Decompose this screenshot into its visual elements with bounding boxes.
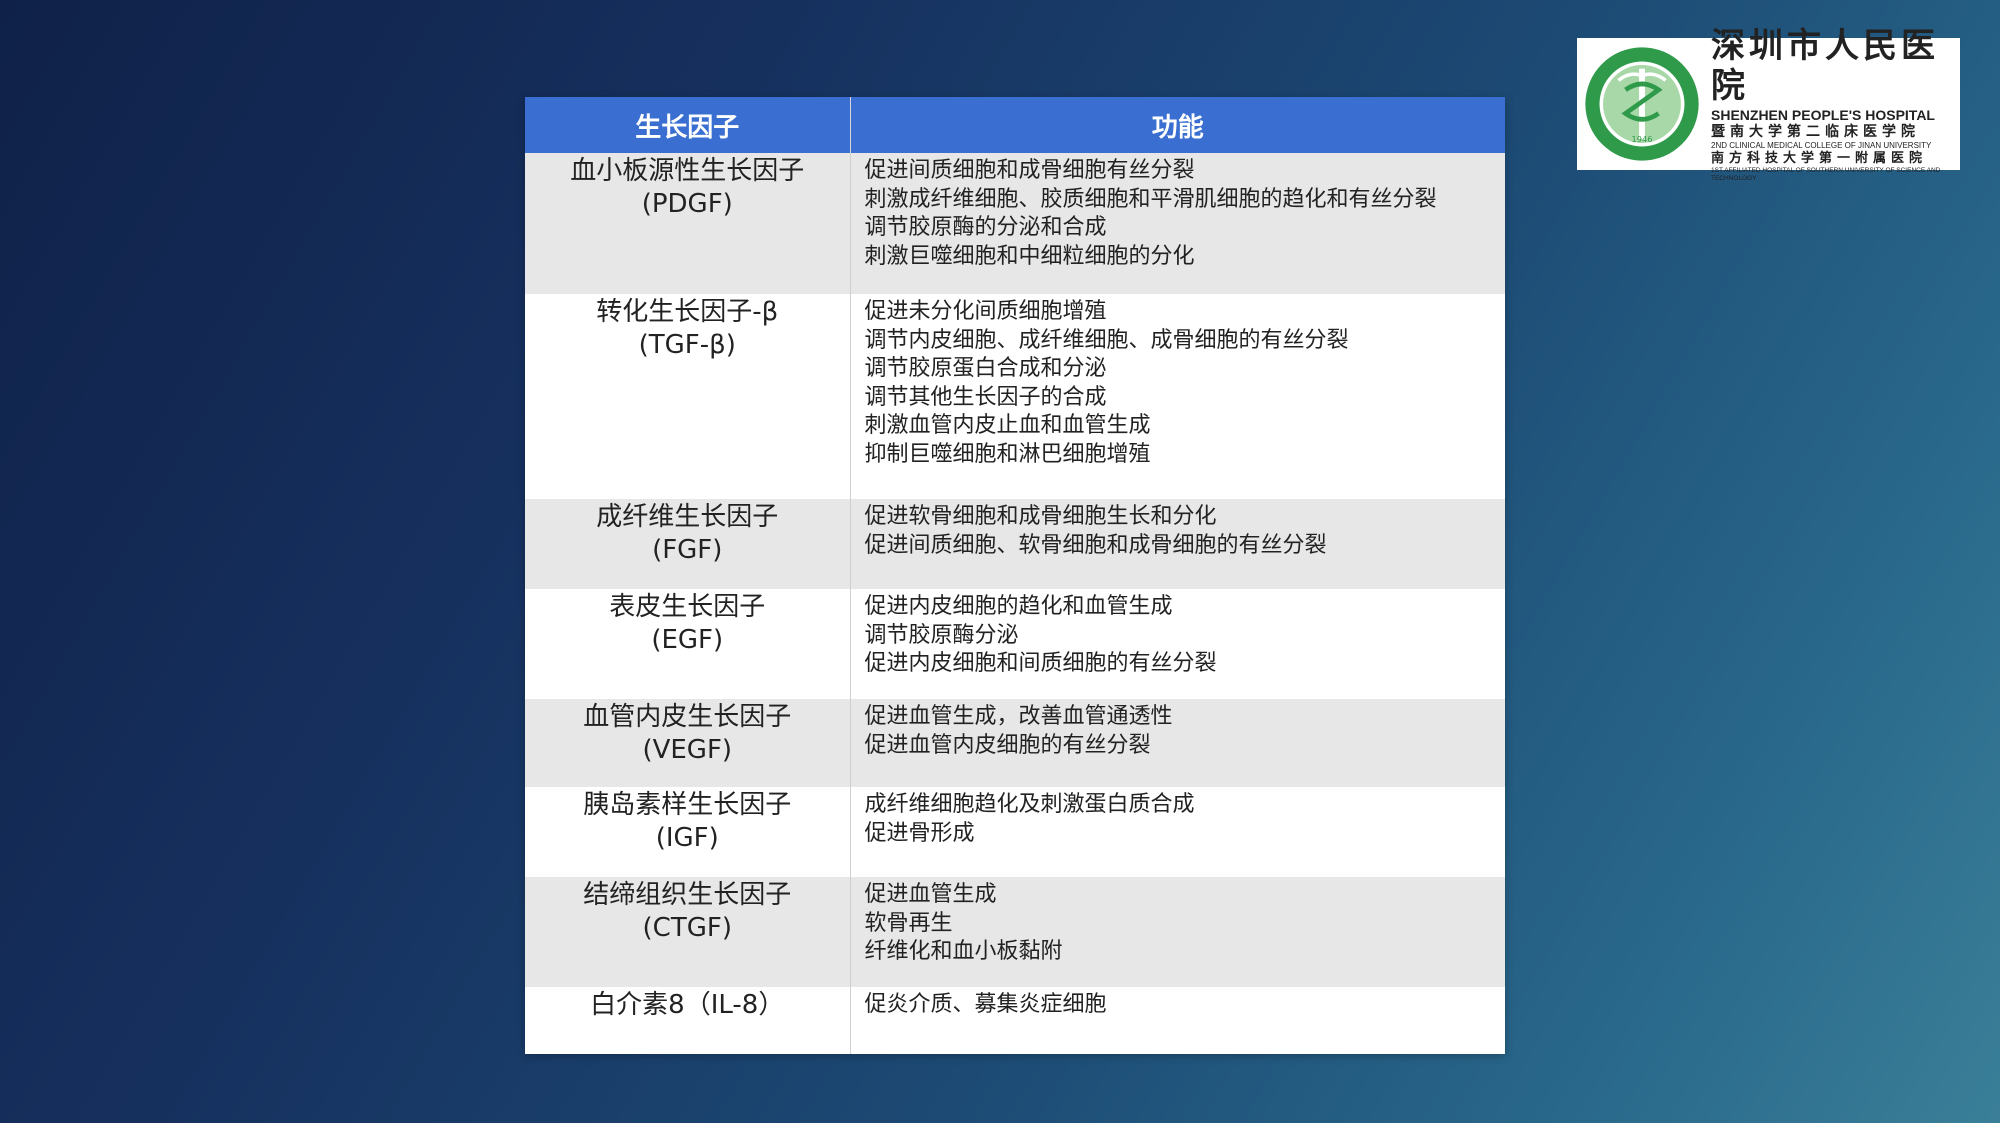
function-cell: 促进内皮细胞的趋化和血管生成 调节胶原酶分泌促进内皮细胞和间质细胞的有丝分裂 xyxy=(850,589,1505,699)
function-line: 成纤维细胞趋化及刺激蛋白质合成 xyxy=(864,792,1195,817)
table-header-row: 生长因子 功能 xyxy=(525,97,1505,153)
hospital-name-en: SHENZHEN PEOPLE'S HOSPITAL xyxy=(1711,106,1935,123)
factor-name: 结缔组织生长因子 xyxy=(583,880,792,910)
logo-line-3: 暨南大学第二临床医学院 xyxy=(1711,123,1920,140)
logo-line-6: 1ST AFFILIATED HOSPITAL OF SOUTHERN UNIV… xyxy=(1711,166,1941,182)
factor-abbr: (TGF-β) xyxy=(638,330,736,360)
function-cell: 促进未分化间质细胞增殖调节内皮细胞、成纤维细胞、成骨细胞的有丝分裂 调节胶原蛋白合… xyxy=(850,294,1505,499)
factor-name: 血小板源性生长因子 xyxy=(570,156,805,186)
function-line: 调节其他生长因子的合成 xyxy=(864,384,1107,410)
factor-abbr: (PDGF) xyxy=(641,189,733,219)
function-cell: 成纤维细胞趋化及刺激蛋白质合成 促进骨形成 xyxy=(850,787,1505,877)
growth-factor-cell: 表皮生长因子 (EGF) xyxy=(525,589,851,699)
growth-factor-cell: 转化生长因子-β (TGF-β) xyxy=(525,294,851,499)
function-cell: 促进间质细胞和成骨细胞有丝分裂刺激成纤维细胞、胶质细胞和平滑肌细胞的趋化和有丝分… xyxy=(850,153,1505,294)
hospital-emblem-icon: 1946 xyxy=(1585,47,1699,161)
factor-name: 胰岛素样生长因子 xyxy=(583,790,792,820)
table-row: 白介素8（IL-8） 促炎介质、募集炎症细胞 xyxy=(525,987,1505,1054)
growth-factor-cell: 成纤维生长因子 (FGF) xyxy=(525,499,851,589)
factor-name: 血管内皮生长因子 xyxy=(583,702,792,732)
header-growth-factor: 生长因子 xyxy=(525,97,851,153)
growth-factor-cell: 白介素8（IL-8） xyxy=(525,987,851,1054)
function-line: 调节胶原酶的分泌和合成 xyxy=(864,215,1107,240)
function-line: 促进血管生成，改善血管通透性 xyxy=(864,704,1173,729)
factor-name: 表皮生长因子 xyxy=(609,592,766,622)
logo-line-4: 2ND CLINICAL MEDICAL COLLEGE OF JINAN UN… xyxy=(1711,140,1932,150)
function-line: 促进内皮细胞和间质细胞的有丝分裂 xyxy=(864,651,1217,676)
emblem-year: 1946 xyxy=(1632,134,1653,144)
function-line: 促进间质细胞、软骨细胞和成骨细胞的有丝分裂 xyxy=(864,532,1327,558)
function-cell: 促进血管生成 软骨再生纤维化和血小板黏附 xyxy=(850,877,1505,987)
function-line: 调节胶原酶分泌 xyxy=(864,622,1019,648)
function-line: 刺激成纤维细胞、胶质细胞和平滑肌细胞的趋化和有丝分裂 xyxy=(864,186,1437,212)
factor-abbr: (EGF) xyxy=(651,625,724,655)
function-line: 促炎介质、募集炎症细胞 xyxy=(864,992,1107,1017)
table-row: 胰岛素样生长因子 (IGF) 成纤维细胞趋化及刺激蛋白质合成 促进骨形成 xyxy=(525,787,1505,877)
function-line: 抑制巨噬细胞和淋巴细胞增殖 xyxy=(864,441,1151,467)
table-row: 表皮生长因子 (EGF) 促进内皮细胞的趋化和血管生成 调节胶原酶分泌 促进内皮细胞和间… xyxy=(525,589,1505,699)
table-row: 血管内皮生长因子 (VEGF) 促进血管生成，改善血管通透性 促进血管内皮细胞的有丝分… xyxy=(525,699,1505,787)
function-line: 调节胶原蛋白合成和分泌 xyxy=(864,356,1107,381)
hospital-name-cn: 深圳市人民医院 xyxy=(1711,25,1939,106)
function-line: 促进间质细胞和成骨细胞有丝分裂 xyxy=(864,158,1195,183)
function-line: 促进血管内皮细胞的有丝分裂 xyxy=(864,732,1151,758)
function-line: 纤维化和血小板黏附 xyxy=(864,939,1063,964)
growth-factor-cell: 结缔组织生长因子 (CTGF) xyxy=(525,877,851,987)
function-line: 促进血管生成 xyxy=(864,882,997,907)
factor-abbr: (IGF) xyxy=(655,823,719,853)
function-line: 刺激血管内皮止血和血管生成 xyxy=(864,413,1151,438)
function-line: 促进内皮细胞的趋化和血管生成 xyxy=(864,594,1173,619)
logo-line-5: 南方科技大学第一附属医院 xyxy=(1711,150,1928,166)
header-function: 功能 xyxy=(850,97,1505,153)
function-cell: 促炎介质、募集炎症细胞 xyxy=(850,987,1505,1054)
hospital-logo: 1946 深圳市人民医院 SHENZHEN PEOPLE'S HOSPITAL … xyxy=(1577,26,1960,182)
growth-factor-cell: 血小板源性生长因子 (PDGF) xyxy=(525,153,851,294)
factor-name: 转化生长因子-β xyxy=(596,297,779,327)
function-line: 调节内皮细胞、成纤维细胞、成骨细胞的有丝分裂 xyxy=(864,327,1349,353)
factor-name: 白介素8（IL-8） xyxy=(590,990,785,1020)
factor-abbr: (VEGF) xyxy=(642,735,733,765)
growth-factor-cell: 胰岛素样生长因子 (IGF) xyxy=(525,787,851,877)
factor-name: 成纤维生长因子 xyxy=(596,502,779,532)
function-cell: 促进软骨细胞和成骨细胞生长和分化促进间质细胞、软骨细胞和成骨细胞的有丝分裂 xyxy=(850,499,1505,589)
function-line: 促进未分化间质细胞增殖 xyxy=(864,299,1107,324)
table-row: 成纤维生长因子 (FGF) 促进软骨细胞和成骨细胞生长和分化 促进间质细胞、软骨细胞和… xyxy=(525,499,1505,589)
function-line: 软骨再生 xyxy=(864,910,953,936)
function-line: 促进骨形成 xyxy=(864,820,975,846)
table-row: 转化生长因子-β (TGF-β) 促进未分化间质细胞增殖 调节内皮细胞、成纤维细胞、成… xyxy=(525,294,1505,499)
growth-factor-table: 生长因子 功能 血小板源性生长因子 (PDGF) 促进间质细胞和成骨细胞有丝分裂 刺激… xyxy=(525,97,1505,1054)
table-row: 血小板源性生长因子 (PDGF) 促进间质细胞和成骨细胞有丝分裂 刺激成纤维细胞、胶质… xyxy=(525,153,1505,294)
factor-abbr: (CTGF) xyxy=(642,913,732,943)
growth-factor-cell: 血管内皮生长因子 (VEGF) xyxy=(525,699,851,787)
factor-abbr: (FGF) xyxy=(652,535,723,565)
function-line: 刺激巨噬细胞和中细粒细胞的分化 xyxy=(864,243,1195,269)
function-cell: 促进血管生成，改善血管通透性 促进血管内皮细胞的有丝分裂 xyxy=(850,699,1505,787)
function-line: 促进软骨细胞和成骨细胞生长和分化 xyxy=(864,504,1217,529)
table-row: 结缔组织生长因子 (CTGF) 促进血管生成 软骨再生 纤维化和血小板黏附 xyxy=(525,877,1505,987)
